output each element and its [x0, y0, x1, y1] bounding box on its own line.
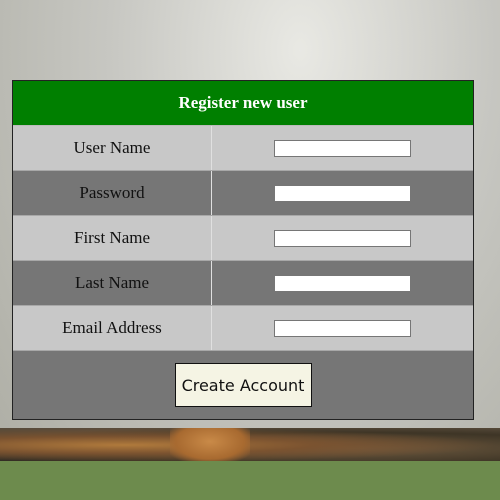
- first-name-input[interactable]: [274, 229, 411, 247]
- create-account-button[interactable]: Create Account: [174, 363, 312, 407]
- last-name-input[interactable]: [274, 274, 411, 292]
- footer-bar: [0, 461, 500, 500]
- username-input[interactable]: [274, 139, 411, 157]
- first-name-cell: [212, 216, 473, 260]
- field-row-password: Password: [13, 171, 473, 216]
- form-title: Register new user: [13, 81, 473, 126]
- username-label: User Name: [13, 126, 212, 170]
- email-cell: [212, 306, 473, 350]
- last-name-cell: [212, 261, 473, 305]
- register-form: Register new user User Name Password Fir…: [12, 80, 474, 420]
- email-input[interactable]: [274, 319, 411, 337]
- password-cell: [212, 171, 473, 215]
- username-cell: [212, 126, 473, 170]
- first-name-label: First Name: [13, 216, 212, 260]
- field-row-email: Email Address: [13, 306, 473, 351]
- password-label: Password: [13, 171, 212, 215]
- background-ground: [0, 428, 500, 462]
- field-row-first-name: First Name: [13, 216, 473, 261]
- password-input[interactable]: [274, 184, 411, 202]
- email-label: Email Address: [13, 306, 212, 350]
- field-row-username: User Name: [13, 126, 473, 171]
- submit-row: Create Account: [13, 351, 473, 419]
- field-row-last-name: Last Name: [13, 261, 473, 306]
- background-horse: [170, 428, 250, 462]
- last-name-label: Last Name: [13, 261, 212, 305]
